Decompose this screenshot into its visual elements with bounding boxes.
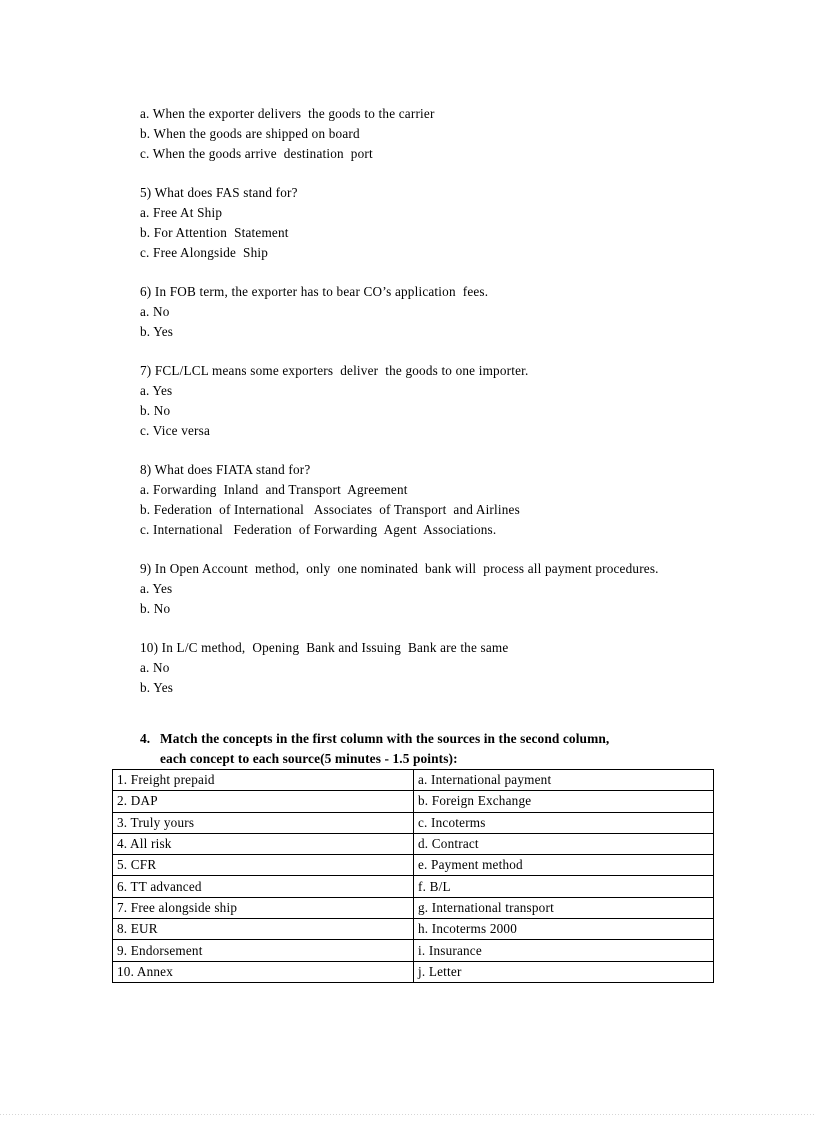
concept-cell: 8. EUR [112, 918, 414, 941]
table-row: 6. TT advanced f. B/L [112, 875, 714, 898]
source-cell: a. International payment [413, 768, 714, 792]
source-cell: g. International transport [413, 896, 714, 920]
carryover-option: b. When the goods are shipped on board [140, 126, 360, 141]
table-row: 1. Freight prepaid a. International paym… [112, 768, 714, 792]
document-body: a. When the exporter delivers the goods … [140, 104, 710, 769]
table-row: 4. All risk d. Contract [112, 832, 714, 856]
table-row: 5. CFR e. Payment method [112, 854, 714, 877]
table-row: 7. Free alongside ship g. International … [112, 896, 714, 920]
question-10-option-a: a. No [140, 660, 170, 675]
source-cell: d. Contract [413, 832, 714, 856]
question-stem-9: 9) In Open Account method, only one nomi… [140, 561, 659, 576]
question-7-option-c: c. Vice versa [140, 423, 211, 438]
question-9-option-b: b. No [140, 601, 171, 616]
table-row: 3. Truly yours c. Incoterms [112, 811, 714, 834]
question-7-option-b: b. No [140, 403, 171, 418]
question-5-option-b: b. For Attention Statement [140, 225, 289, 240]
concept-cell: 10. Annex [112, 960, 414, 983]
source-cell: b. Foreign Exchange [413, 790, 714, 813]
table-row: 2. DAP b. Foreign Exchange [112, 790, 714, 813]
question-stem-6: 6) In FOB term, the exporter has to bear… [140, 284, 489, 299]
source-cell: i. Insurance [413, 939, 714, 962]
concept-cell: 5. CFR [112, 854, 414, 877]
concept-cell: 2. DAP [112, 790, 414, 813]
question-9-option-a: a. Yes [140, 581, 173, 596]
section-4-heading: 4. Match the concepts in the first colum… [140, 729, 710, 769]
table-row: 8. EUR h. Incoterms 2000 [112, 918, 714, 941]
question-stem-10: 10) In L/C method, Opening Bank and Issu… [140, 640, 509, 655]
page-bottom-rule [0, 1114, 816, 1115]
source-cell: e. Payment method [413, 854, 714, 877]
table-row: 9. Endorsement i. Insurance [112, 939, 714, 962]
source-cell: j. Letter [413, 960, 714, 983]
source-cell: f. B/L [413, 875, 714, 898]
question-stem-7: 7) FCL/LCL means some exporters deliver … [140, 363, 529, 378]
question-stem-5: 5) What does FAS stand for? [140, 185, 298, 200]
document-page: a. When the exporter delivers the goods … [0, 0, 816, 1123]
concept-cell: 3. Truly yours [112, 811, 414, 834]
match-table-container: 1. Freight prepaid a. International paym… [112, 768, 714, 983]
question-8-option-a: a. Forwarding Inland and Transport Agree… [140, 482, 408, 497]
question-6-option-a: a. No [140, 304, 170, 319]
question-5-option-c: c. Free Alongside Ship [140, 245, 269, 260]
question-5-option-a: a. Free At Ship [140, 205, 223, 220]
question-7-option-a: a. Yes [140, 383, 173, 398]
question-8-option-c: c. International Federation of Forwardin… [140, 522, 497, 537]
section-4-number: 4. [140, 731, 151, 746]
concept-cell: 6. TT advanced [112, 875, 414, 898]
section-4-heading-line2: each concept to each source(5 minutes - … [160, 751, 458, 766]
match-table-body: 1. Freight prepaid a. International paym… [112, 768, 714, 983]
section-4-heading-line1: Match the concepts in the first column w… [160, 731, 610, 746]
match-table: 1. Freight prepaid a. International paym… [112, 768, 714, 983]
concept-cell: 9. Endorsement [112, 939, 414, 962]
question-stem-8: 8) What does FIATA stand for? [140, 462, 311, 477]
carryover-option: a. When the exporter delivers the goods … [140, 106, 435, 121]
question-10-option-b: b. Yes [140, 680, 174, 695]
question-6-option-b: b. Yes [140, 324, 174, 339]
carryover-option: c. When the goods arrive destination por… [140, 146, 373, 161]
concept-cell: 7. Free alongside ship [112, 896, 414, 920]
source-cell: c. Incoterms [413, 811, 714, 834]
concept-cell: 1. Freight prepaid [112, 768, 414, 792]
source-cell: h. Incoterms 2000 [413, 918, 714, 941]
concept-cell: 4. All risk [112, 832, 414, 856]
question-8-option-b: b. Federation of International Associate… [140, 502, 520, 517]
table-row: 10. Annex j. Letter [112, 960, 714, 983]
